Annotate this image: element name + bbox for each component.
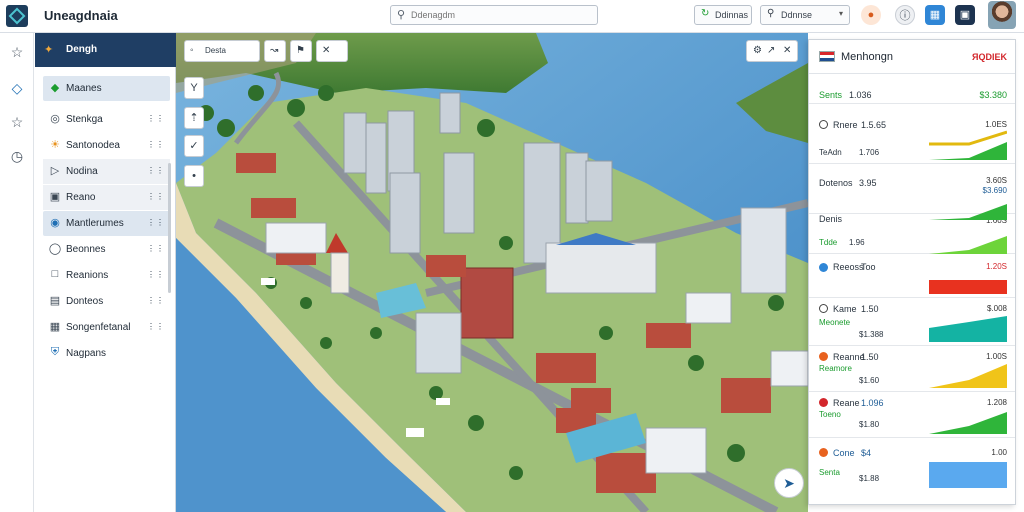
- star-outline-icon[interactable]: ☆: [8, 113, 26, 131]
- sidebar-item-songenfetanal[interactable]: ▦ Songenfetanal ⋮⋮: [43, 315, 170, 340]
- panel-row[interactable]: Reanne 1.50 Reamore $1.60 1.00S: [809, 346, 1015, 392]
- sidebar-item-nagpans[interactable]: ⛨ Nagpans: [43, 341, 170, 366]
- cross-icon: ✕: [322, 45, 331, 56]
- city-map[interactable]: ◦ Desta ↝ ⚑ ✕ Y ⇡ ✓ • ⚙ ↗ ✕ ➤: [176, 33, 808, 512]
- clock-icon[interactable]: ◷: [8, 147, 26, 165]
- diamond-icon[interactable]: ◇: [8, 79, 26, 97]
- status-dot-icon: [819, 263, 828, 272]
- search-input[interactable]: [411, 8, 591, 22]
- sidebar-item-reano[interactable]: ▣ Reano ⋮⋮: [43, 185, 170, 210]
- document-icon: ▣: [49, 191, 61, 203]
- check-tool-icon[interactable]: ✓: [184, 135, 204, 157]
- drag-handle-icon[interactable]: ⋮⋮: [147, 140, 165, 149]
- sidebar-item-maanes[interactable]: ◆ Maanes: [43, 76, 170, 101]
- point-tool-icon[interactable]: •: [184, 165, 204, 187]
- sidebar-item-beonnes[interactable]: ◯ Beonnes ⋮⋮: [43, 237, 170, 262]
- sparkline: [929, 462, 1007, 488]
- sidebar-item-nodina[interactable]: ▷ Nodina ⋮⋮: [43, 159, 170, 184]
- panel-row[interactable]: Cone $4 Senta $1.88 1.00: [809, 438, 1015, 496]
- map-illustration: [176, 33, 808, 512]
- panel-row[interactable]: Kame 1.50 Meonete $1.388 $.008: [809, 298, 1015, 346]
- compass-icon[interactable]: ➤: [774, 468, 804, 498]
- map-tool-desta[interactable]: ◦ Desta: [184, 40, 260, 62]
- toolbar-button[interactable]: ↻ Ddinnas: [694, 5, 752, 25]
- app-title: Uneagdnaia: [44, 8, 118, 23]
- target-icon: ◎: [50, 113, 60, 125]
- status-dot-icon: [819, 352, 828, 361]
- pointer-tool-icon[interactable]: ⇡: [184, 107, 204, 129]
- shield-icon: ⛨: [50, 346, 60, 358]
- route-button[interactable]: ↝: [264, 40, 286, 62]
- fish-icon: ✦: [44, 44, 54, 56]
- notification-icon[interactable]: ●: [861, 5, 881, 25]
- panel-row[interactable]: Rnere 1.5.65 TeAdn 1.706 1.0ES: [809, 104, 1015, 164]
- flag-icon: [819, 51, 835, 62]
- globe-icon: ◉: [50, 217, 60, 229]
- sun-icon: ☀: [50, 139, 60, 151]
- sidebar-header[interactable]: ✦ Dengh: [35, 33, 176, 67]
- drag-handle-icon[interactable]: ⋮⋮: [147, 270, 165, 279]
- square-icon: □: [51, 268, 59, 280]
- sparkline: [929, 204, 1007, 254]
- avatar[interactable]: [988, 1, 1016, 29]
- drag-handle-icon[interactable]: ⋮⋮: [147, 244, 165, 253]
- settings-icon[interactable]: ⚙: [753, 45, 762, 56]
- pin-icon: ⚑: [296, 45, 305, 56]
- select-tool-icon[interactable]: Y: [184, 77, 204, 99]
- apps-icon[interactable]: ▣: [955, 5, 975, 25]
- search-icon: ⚲: [397, 9, 406, 21]
- sidebar-item-mantlerumes[interactable]: ◉ Mantlerumes ⋮⋮: [43, 211, 170, 236]
- close-icon[interactable]: ✕: [783, 45, 791, 56]
- panel-row[interactable]: Reeoss Too 1.20S: [809, 254, 1015, 298]
- sidebar-scrollbar[interactable]: [168, 163, 171, 293]
- top-bar: Uneagdnaia ⚲ ↻ Ddinnas ⚲ Ddnnse ▾ ● ⓘ ▦ …: [0, 0, 1024, 33]
- drag-handle-icon[interactable]: ⋮⋮: [147, 192, 165, 201]
- chevron-down-icon: ▾: [838, 9, 843, 18]
- status-dot-icon: [819, 448, 828, 457]
- drag-handle-icon[interactable]: ⋮⋮: [147, 166, 165, 175]
- expand-icon[interactable]: ↗: [767, 45, 775, 56]
- radio-icon: [819, 304, 828, 313]
- sidebar: ✦ Dengh ◆ Maanes ◎ Stenkga ⋮⋮ ☀ Santonod…: [35, 33, 176, 512]
- table-icon: ▦: [49, 321, 61, 333]
- left-rail: ☆ ◇ ☆ ◷: [0, 33, 34, 512]
- sidebar-item-santonodea[interactable]: ☀ Santonodea ⋮⋮: [43, 133, 170, 158]
- tag-icon: ▷: [50, 165, 60, 177]
- layers-icon: ◦: [190, 45, 194, 56]
- drag-handle-icon[interactable]: ⋮⋮: [147, 322, 165, 331]
- close-tool-button[interactable]: ✕: [316, 40, 348, 62]
- panel-row[interactable]: Sents 1.036 $3.380: [809, 74, 1015, 104]
- drag-handle-icon[interactable]: ⋮⋮: [147, 296, 165, 305]
- sparkline: [929, 316, 1007, 342]
- app-logo[interactable]: [6, 5, 28, 27]
- drag-handle-icon[interactable]: ⋮⋮: [147, 218, 165, 227]
- status-dot-icon: [819, 398, 828, 407]
- sparkline: [929, 412, 1007, 434]
- star-icon[interactable]: ☆: [8, 43, 26, 61]
- refresh-icon: ↻: [701, 8, 710, 19]
- radio-icon: [819, 120, 828, 129]
- sidebar-item-donteos[interactable]: ▤ Donteos ⋮⋮: [43, 289, 170, 314]
- bulb-icon: ◯: [48, 243, 62, 255]
- info-icon[interactable]: ⓘ: [895, 5, 915, 25]
- sheet-icon: ▤: [49, 295, 61, 307]
- drag-handle-icon[interactable]: ⋮⋮: [147, 114, 165, 123]
- toolbar-select[interactable]: ⚲ Ddnnse ▾: [760, 5, 850, 25]
- search-box[interactable]: ⚲: [390, 5, 598, 25]
- info-panel: Menhongn ЯQDIEK Sents 1.036 $3.380 Rnere…: [808, 39, 1016, 505]
- sidebar-item-stenkga[interactable]: ◎ Stenkga ⋮⋮: [43, 107, 170, 132]
- sparkline: [929, 280, 1007, 294]
- sparkline: [929, 130, 1007, 160]
- gem-icon: ◆: [50, 82, 60, 94]
- sparkline: [929, 364, 1007, 388]
- grid-icon[interactable]: ▦: [925, 5, 945, 25]
- panel-header: Menhongn ЯQDIEK: [809, 40, 1015, 74]
- search-icon: ⚲: [767, 8, 775, 19]
- pin-button[interactable]: ⚑: [290, 40, 312, 62]
- route-icon: ↝: [270, 45, 279, 56]
- map-corner-tools[interactable]: ⚙ ↗ ✕: [746, 40, 798, 62]
- panel-row[interactable]: Reane 1.096 Toeno $1.80 1.208: [809, 392, 1015, 438]
- sidebar-item-reanions[interactable]: □ Reanions ⋮⋮: [43, 263, 170, 288]
- panel-row[interactable]: Denis Tdde 1.96 1.60S: [809, 204, 1015, 254]
